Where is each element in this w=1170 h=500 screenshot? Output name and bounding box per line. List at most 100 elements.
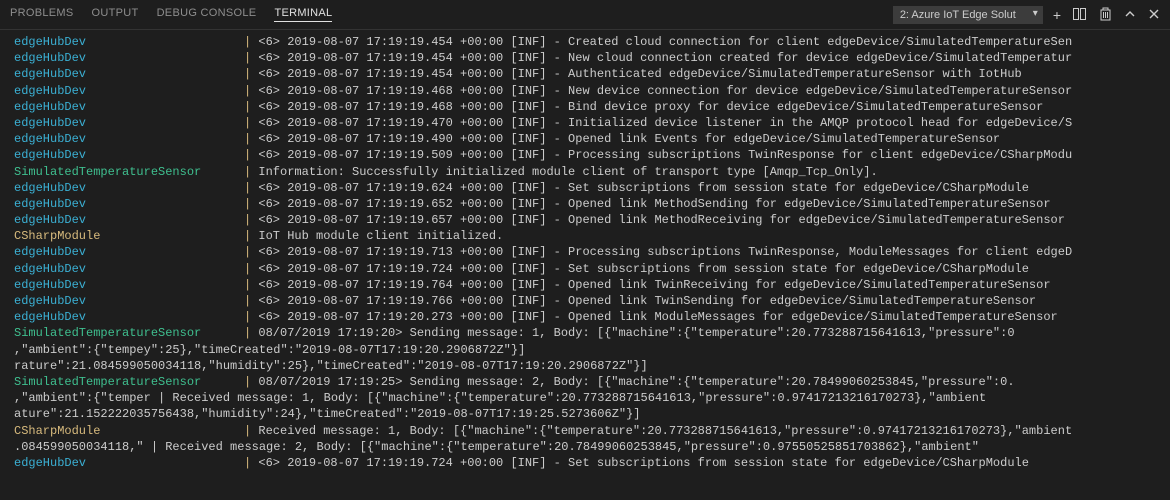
log-message: <6> 2019-08-07 17:19:19.652 +00:00 [INF]… — [258, 197, 1050, 211]
log-line: .084599050034118," | Received message: 2… — [14, 439, 1160, 455]
split-terminal-icon[interactable] — [1073, 7, 1087, 23]
pipe-separator: | — [244, 326, 258, 340]
log-message: <6> 2019-08-07 17:19:19.713 +00:00 [INF]… — [258, 245, 1072, 259]
log-message: <6> 2019-08-07 17:19:19.454 +00:00 [INF]… — [258, 51, 1072, 65]
log-message: <6> 2019-08-07 17:19:20.273 +00:00 [INF]… — [258, 310, 1057, 324]
log-source: edgeHubDev — [14, 212, 244, 228]
pipe-separator: | — [244, 35, 258, 49]
close-icon[interactable] — [1148, 8, 1160, 22]
pipe-separator: | — [244, 116, 258, 130]
log-source: edgeHubDev — [14, 180, 244, 196]
log-source: SimulatedTemperatureSensor — [14, 164, 244, 180]
log-source: edgeHubDev — [14, 455, 244, 471]
log-source: edgeHubDev — [14, 131, 244, 147]
log-source: edgeHubDev — [14, 196, 244, 212]
pipe-separator: | — [244, 197, 258, 211]
log-source: edgeHubDev — [14, 66, 244, 82]
pipe-separator: | — [244, 375, 258, 389]
log-continuation: ,"ambient":{"temper | Received message: … — [14, 391, 986, 405]
log-message: IoT Hub module client initialized. — [258, 229, 503, 243]
log-continuation: ,"ambient":{"tempey":25},"timeCreated":"… — [14, 343, 525, 357]
log-source: edgeHubDev — [14, 83, 244, 99]
log-source: CSharpModule — [14, 228, 244, 244]
log-message: <6> 2019-08-07 17:19:19.724 +00:00 [INF]… — [258, 456, 1029, 470]
log-line: edgeHubDev| <6> 2019-08-07 17:19:19.454 … — [14, 50, 1160, 66]
log-source: edgeHubDev — [14, 261, 244, 277]
log-source: edgeHubDev — [14, 244, 244, 260]
log-message: <6> 2019-08-07 17:19:19.454 +00:00 [INF]… — [258, 67, 1021, 81]
log-source: edgeHubDev — [14, 293, 244, 309]
pipe-separator: | — [244, 310, 258, 324]
chevron-up-icon[interactable] — [1124, 8, 1136, 22]
pipe-separator: | — [244, 294, 258, 308]
log-message: <6> 2019-08-07 17:19:19.470 +00:00 [INF]… — [258, 116, 1072, 130]
log-message: <6> 2019-08-07 17:19:19.657 +00:00 [INF]… — [258, 213, 1065, 227]
tab-terminal[interactable]: TERMINAL — [274, 7, 332, 22]
terminal-output[interactable]: edgeHubDev| <6> 2019-08-07 17:19:19.454 … — [0, 30, 1170, 475]
tab-debug-console[interactable]: DEBUG CONSOLE — [157, 7, 257, 22]
pipe-separator: | — [244, 456, 258, 470]
log-source: edgeHubDev — [14, 277, 244, 293]
log-message: <6> 2019-08-07 17:19:19.490 +00:00 [INF]… — [258, 132, 1000, 146]
log-line: edgeHubDev| <6> 2019-08-07 17:19:19.766 … — [14, 293, 1160, 309]
terminal-selector[interactable]: 2: Azure IoT Edge Solut — [893, 6, 1043, 24]
log-continuation: ature":21.152222035756438,"humidity":24}… — [14, 407, 641, 421]
log-line: edgeHubDev| <6> 2019-08-07 17:19:19.713 … — [14, 244, 1160, 260]
log-source: edgeHubDev — [14, 309, 244, 325]
log-line: CSharpModule| Received message: 1, Body:… — [14, 423, 1160, 439]
pipe-separator: | — [244, 165, 258, 179]
pipe-separator: | — [244, 84, 258, 98]
kill-terminal-icon[interactable] — [1099, 7, 1112, 23]
log-message: 08/07/2019 17:19:25> Sending message: 2,… — [258, 375, 1014, 389]
log-line: rature":21.084599050034118,"humidity":25… — [14, 358, 1160, 374]
log-source: edgeHubDev — [14, 50, 244, 66]
log-message: <6> 2019-08-07 17:19:19.624 +00:00 [INF]… — [258, 181, 1029, 195]
log-line: SimulatedTemperatureSensor| 08/07/2019 1… — [14, 325, 1160, 341]
log-message: <6> 2019-08-07 17:19:19.509 +00:00 [INF]… — [258, 148, 1072, 162]
pipe-separator: | — [244, 67, 258, 81]
log-message: <6> 2019-08-07 17:19:19.454 +00:00 [INF]… — [258, 35, 1072, 49]
tab-problems[interactable]: PROBLEMS — [10, 7, 74, 22]
log-line: edgeHubDev| <6> 2019-08-07 17:19:19.657 … — [14, 212, 1160, 228]
log-line: SimulatedTemperatureSensor| Information:… — [14, 164, 1160, 180]
pipe-separator: | — [244, 245, 258, 259]
log-source: edgeHubDev — [14, 99, 244, 115]
log-line: edgeHubDev| <6> 2019-08-07 17:19:20.273 … — [14, 309, 1160, 325]
log-source: edgeHubDev — [14, 115, 244, 131]
pipe-separator: | — [244, 213, 258, 227]
log-line: edgeHubDev| <6> 2019-08-07 17:19:19.454 … — [14, 34, 1160, 50]
new-terminal-icon[interactable]: + — [1053, 8, 1061, 22]
log-line: edgeHubDev| <6> 2019-08-07 17:19:19.490 … — [14, 131, 1160, 147]
log-line: edgeHubDev| <6> 2019-08-07 17:19:19.724 … — [14, 455, 1160, 471]
log-line: edgeHubDev| <6> 2019-08-07 17:19:19.470 … — [14, 115, 1160, 131]
log-line: edgeHubDev| <6> 2019-08-07 17:19:19.652 … — [14, 196, 1160, 212]
log-source: SimulatedTemperatureSensor — [14, 325, 244, 341]
log-message: 08/07/2019 17:19:20> Sending message: 1,… — [258, 326, 1014, 340]
log-line: edgeHubDev| <6> 2019-08-07 17:19:19.509 … — [14, 147, 1160, 163]
log-message: <6> 2019-08-07 17:19:19.468 +00:00 [INF]… — [258, 84, 1072, 98]
tab-output[interactable]: OUTPUT — [92, 7, 139, 22]
log-continuation: rature":21.084599050034118,"humidity":25… — [14, 359, 648, 373]
log-message: <6> 2019-08-07 17:19:19.766 +00:00 [INF]… — [258, 294, 1036, 308]
log-source: edgeHubDev — [14, 147, 244, 163]
panel-header: PROBLEMS OUTPUT DEBUG CONSOLE TERMINAL 2… — [0, 0, 1170, 30]
log-line: ature":21.152222035756438,"humidity":24}… — [14, 406, 1160, 422]
log-message: <6> 2019-08-07 17:19:19.724 +00:00 [INF]… — [258, 262, 1029, 276]
log-line: edgeHubDev| <6> 2019-08-07 17:19:19.468 … — [14, 83, 1160, 99]
log-line: ,"ambient":{"temper | Received message: … — [14, 390, 1160, 406]
pipe-separator: | — [244, 229, 258, 243]
terminal-actions: + — [1053, 7, 1160, 23]
pipe-separator: | — [244, 51, 258, 65]
log-continuation: .084599050034118," | Received message: 2… — [14, 440, 979, 454]
pipe-separator: | — [244, 181, 258, 195]
pipe-separator: | — [244, 148, 258, 162]
log-line: edgeHubDev| <6> 2019-08-07 17:19:19.454 … — [14, 66, 1160, 82]
log-line: SimulatedTemperatureSensor| 08/07/2019 1… — [14, 374, 1160, 390]
log-line: edgeHubDev| <6> 2019-08-07 17:19:19.724 … — [14, 261, 1160, 277]
log-line: edgeHubDev| <6> 2019-08-07 17:19:19.468 … — [14, 99, 1160, 115]
log-source: SimulatedTemperatureSensor — [14, 374, 244, 390]
log-source: edgeHubDev — [14, 34, 244, 50]
pipe-separator: | — [244, 132, 258, 146]
log-line: edgeHubDev| <6> 2019-08-07 17:19:19.764 … — [14, 277, 1160, 293]
log-source: CSharpModule — [14, 423, 244, 439]
